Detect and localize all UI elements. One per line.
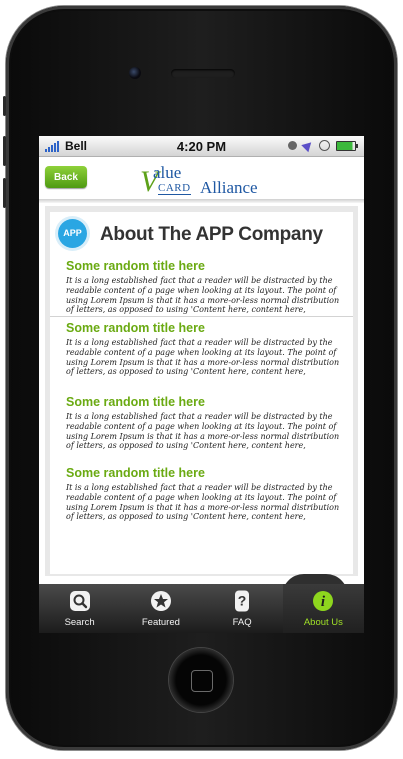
value-card-alliance-logo: V alue CARD Alliance <box>140 161 270 197</box>
info-icon: i <box>313 591 334 611</box>
app-screen: Bell 4:20 PM Back V alue CARD Alliance A… <box>39 136 364 633</box>
back-button[interactable]: Back <box>45 166 87 188</box>
status-icons <box>288 138 358 153</box>
status-bar: Bell 4:20 PM <box>39 136 364 157</box>
section-title: Some random title here <box>66 259 205 273</box>
logo-word-value: alue <box>153 163 182 182</box>
about-card[interactable]: APP About The APP Company Some random ti… <box>50 212 353 574</box>
section-body: It is a long established fact that a rea… <box>66 483 340 522</box>
tab-label: FAQ <box>232 617 252 628</box>
tab-about-us[interactable]: i About Us <box>282 584 364 633</box>
search-icon <box>69 591 90 611</box>
tab-label: Featured <box>141 617 180 628</box>
content-section: Some random title here It is a long esta… <box>66 466 346 522</box>
star-icon <box>150 591 171 611</box>
content-frame: APP About The APP Company Some random ti… <box>45 206 358 576</box>
battery-icon <box>336 140 358 151</box>
tab-faq[interactable]: ? FAQ <box>202 584 283 633</box>
logo-word-alliance: Alliance <box>200 178 258 197</box>
tab-label: About Us <box>303 617 343 628</box>
tab-search[interactable]: Search <box>39 584 120 633</box>
tab-bar: Search Featured ? FAQ i About Us <box>39 584 364 633</box>
location-arrow-icon <box>301 138 315 153</box>
app-badge-icon: APP <box>58 219 87 248</box>
mute-switch <box>3 96 6 116</box>
rotation-lock-icon <box>319 140 330 151</box>
header-shadow <box>39 199 364 203</box>
section-body: It is a long established fact that a rea… <box>66 276 340 315</box>
content-section: Some random title here It is a long esta… <box>66 321 346 377</box>
volume-down-button <box>3 178 6 208</box>
section-title: Some random title here <box>66 321 205 335</box>
lock-icon <box>288 141 297 150</box>
earpiece-speaker <box>171 69 235 78</box>
app-header: Back V alue CARD Alliance <box>39 157 364 201</box>
section-title: Some random title here <box>66 395 205 409</box>
section-title: Some random title here <box>66 466 205 480</box>
logo-word-card: CARD <box>158 182 191 195</box>
page-title: About The APP Company <box>100 224 323 245</box>
volume-up-button <box>3 136 6 166</box>
question-icon: ? <box>235 590 250 612</box>
section-body: It is a long established fact that a rea… <box>66 412 340 451</box>
tab-featured[interactable]: Featured <box>120 584 201 633</box>
front-camera <box>129 67 141 79</box>
content-section: Some random title here It is a long esta… <box>66 259 346 315</box>
section-body: It is a long established fact that a rea… <box>66 338 340 377</box>
svg-text:?: ? <box>238 593 247 609</box>
section-divider <box>50 316 353 317</box>
tab-label: Search <box>64 617 95 628</box>
home-button-glyph <box>191 670 213 692</box>
content-section: Some random title here It is a long esta… <box>66 395 346 451</box>
